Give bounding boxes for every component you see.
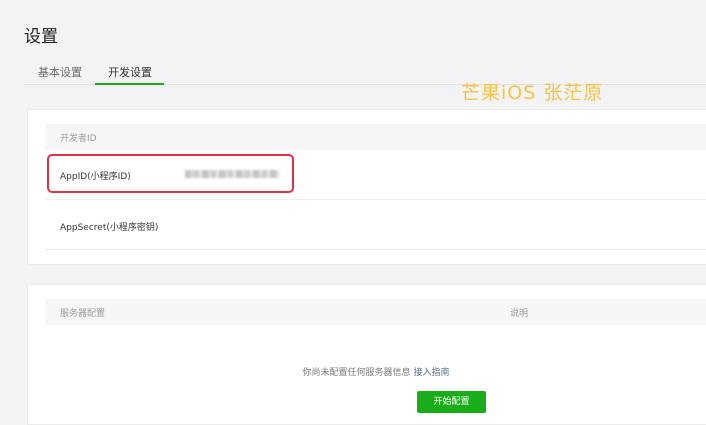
guide-link[interactable]: 接入指南 bbox=[413, 368, 449, 378]
appid-highlight-box bbox=[47, 154, 294, 193]
description-column-header: 说明 bbox=[510, 309, 529, 319]
tab-dev-settings[interactable]: 开发设置 bbox=[108, 64, 152, 80]
empty-state-message: 你尚未配置任何服务器信息 接入指南 bbox=[45, 365, 706, 378]
developer-id-section-title: 开发者ID bbox=[60, 134, 97, 144]
active-tab-indicator bbox=[95, 83, 164, 85]
start-config-button[interactable]: 开始配置 bbox=[417, 391, 486, 413]
appsecret-row: AppSecret(小程序密钥) bbox=[45, 200, 706, 250]
watermark-text: 芒果iOS 张茫原 bbox=[461, 82, 604, 104]
server-config-section-title: 服务器配置 bbox=[60, 309, 106, 319]
server-config-card: 服务器配置 说明 你尚未配置任何服务器信息 接入指南 bbox=[27, 284, 706, 425]
server-config-section-header: 服务器配置 说明 bbox=[45, 299, 706, 325]
page-title: 设置 bbox=[24, 27, 58, 47]
tab-basic-settings[interactable]: 基本设置 bbox=[38, 64, 82, 80]
empty-message-text: 你尚未配置任何服务器信息 bbox=[302, 368, 411, 378]
tab-bar: 基本设置 开发设置 bbox=[24, 64, 706, 85]
developer-id-section-header: 开发者ID bbox=[45, 124, 706, 150]
server-config-empty-state: 你尚未配置任何服务器信息 接入指南 bbox=[45, 325, 706, 424]
appsecret-label: AppSecret(小程序密钥) bbox=[60, 223, 159, 233]
